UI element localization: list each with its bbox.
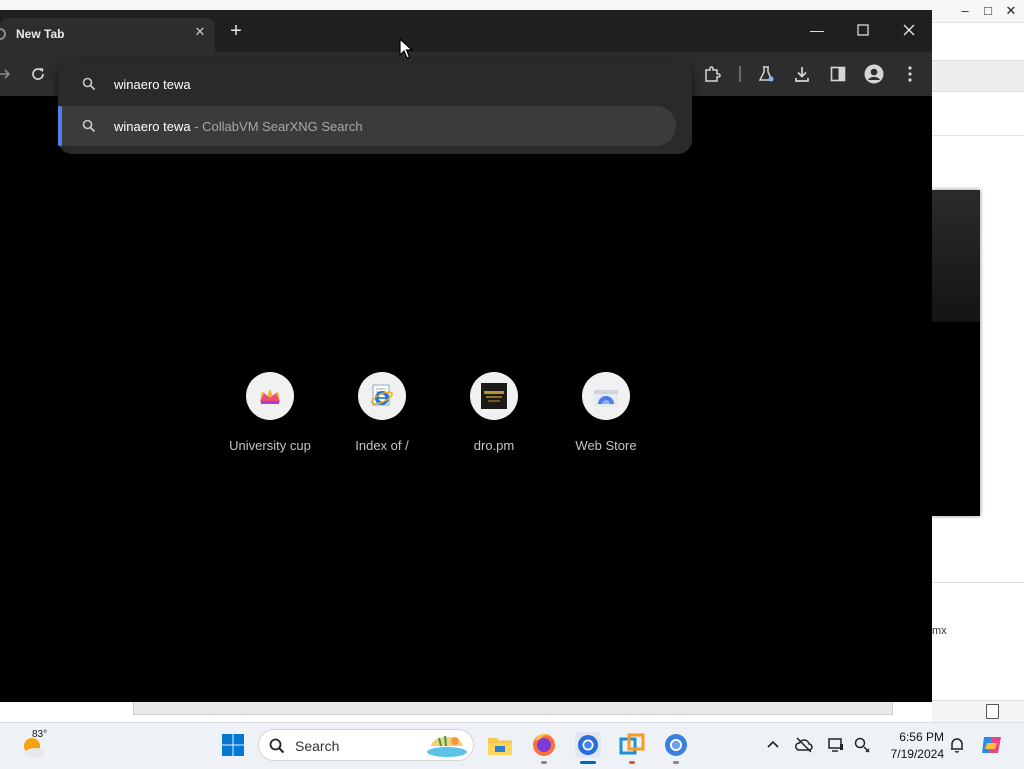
side-panel-button[interactable] [824, 60, 852, 88]
search-icon [82, 119, 96, 133]
search-icon [269, 738, 285, 754]
start-button[interactable] [219, 731, 247, 759]
clock-time[interactable]: 6:56 PM [888, 730, 944, 744]
tab-new-tab[interactable]: New Tab ✕ [0, 18, 215, 52]
suggestion-query: winaero tewa [114, 119, 191, 134]
tab-favicon-icon [0, 28, 6, 40]
profile-button[interactable] [860, 60, 888, 88]
file-explorer-icon [488, 738, 512, 755]
omnibox-suggestion[interactable]: winaero tewa - CollabVM SearXNG Search [58, 106, 676, 146]
background-toolbar-band [932, 60, 1024, 92]
background-divider [932, 582, 1024, 583]
downloads-button[interactable] [788, 60, 816, 88]
shortcut-tile [582, 372, 630, 420]
profile-icon [864, 64, 884, 84]
reload-button[interactable] [24, 60, 52, 88]
side-panel-icon [830, 66, 846, 82]
background-partial-text: mx [932, 625, 947, 637]
running-indicator [673, 761, 679, 764]
maximize-button[interactable] [848, 18, 878, 42]
minimize-button[interactable]: — [802, 18, 832, 42]
shortcut-tile [246, 372, 294, 420]
omnibox-input[interactable]: winaero tewa [114, 77, 191, 92]
chevron-up-icon[interactable] [764, 736, 782, 754]
menu-button[interactable] [896, 60, 924, 88]
weather-temperature: 83° [32, 729, 48, 740]
background-dark-panel [932, 190, 980, 516]
bg-maximize-button[interactable]: □ [976, 0, 1000, 22]
suggestion-text: winaero tewa - CollabVM SearXNG Search [114, 118, 363, 136]
notification-bell-icon[interactable] [948, 736, 966, 754]
tab-close-icon[interactable]: ✕ [192, 24, 208, 40]
chrome-alt-button[interactable] [662, 731, 690, 759]
taskbar-search[interactable]: Search [258, 729, 474, 761]
shortcut-label: University cup [229, 438, 311, 453]
internet-explorer-icon [371, 384, 393, 406]
shortcut-tile [470, 372, 518, 420]
copilot-icon[interactable] [980, 734, 1004, 756]
suggestion-engine: - CollabVM SearXNG Search [190, 119, 363, 134]
firefox-button[interactable] [530, 731, 558, 759]
background-statusbar [932, 700, 1024, 723]
maximize-icon [857, 24, 869, 36]
mouse-cursor-icon [399, 38, 413, 59]
extensions-button[interactable] [698, 60, 726, 88]
labs-button[interactable] [752, 60, 780, 88]
menu-icon [908, 66, 912, 82]
shortcut-tile [358, 372, 406, 420]
display-icon[interactable] [827, 736, 845, 754]
dropm-thumbnail-icon [481, 383, 507, 409]
background-scrollbar[interactable] [133, 700, 893, 715]
webstore-icon [594, 390, 618, 407]
background-divider [932, 135, 1024, 136]
shortcut-label: dro.pm [473, 438, 515, 453]
new-tab-button[interactable]: + [226, 20, 246, 42]
clock-date[interactable]: 7/19/2024 [874, 747, 944, 761]
close-icon [903, 24, 915, 36]
toolbar-separator [739, 66, 741, 82]
extensions-icon [705, 66, 721, 82]
suggestion-selected-indicator [58, 106, 62, 146]
background-panel-header [932, 190, 980, 322]
forward-button[interactable] [0, 60, 18, 88]
vmware-button[interactable] [618, 731, 646, 759]
shortcut-university-cup[interactable]: University cup [214, 372, 326, 462]
chrome-window: New Tab ✕ + — University cup Index of / … [0, 10, 932, 702]
vmware-icon [619, 733, 645, 755]
bg-close-button[interactable]: ✕ [999, 0, 1023, 22]
start-icon [222, 734, 244, 756]
close-button[interactable] [894, 18, 924, 42]
shortcut-web-store[interactable]: Web Store [550, 372, 662, 462]
reload-icon [32, 68, 44, 80]
shortcut-dro-pm[interactable]: dro.pm [438, 372, 550, 462]
running-indicator [629, 761, 635, 764]
onedrive-offline-icon[interactable] [795, 736, 813, 754]
taskbar: 83° Search 6:56 PM 7/19/2024 [0, 722, 1024, 769]
active-window-indicator [580, 761, 596, 764]
network-icon[interactable] [853, 736, 871, 754]
widgets-icon [427, 735, 467, 757]
bg-minimize-button[interactable]: – [953, 0, 977, 22]
chrome-button[interactable] [574, 731, 602, 759]
downloads-icon [795, 67, 809, 82]
search-label: Search [295, 738, 340, 754]
forward-icon [0, 69, 11, 79]
shortcut-label: Index of / [355, 438, 409, 453]
tab-strip: New Tab ✕ + — [0, 10, 932, 52]
tab-title: New Tab [16, 27, 65, 41]
firefox-icon [533, 733, 555, 756]
shortcut-index-of[interactable]: Index of / [326, 372, 438, 462]
crown-icon [260, 389, 280, 404]
shortcut-label: Web Store [575, 438, 637, 453]
running-indicator [541, 761, 547, 764]
omnibox-dropdown: winaero tewa winaero tewa - CollabVM Sea… [58, 60, 692, 154]
chrome-alt-icon [665, 734, 687, 756]
chrome-icon [575, 732, 601, 758]
document-icon[interactable] [986, 704, 999, 719]
search-icon [82, 77, 96, 91]
labs-icon [758, 66, 774, 82]
file-explorer-button[interactable] [486, 731, 514, 759]
